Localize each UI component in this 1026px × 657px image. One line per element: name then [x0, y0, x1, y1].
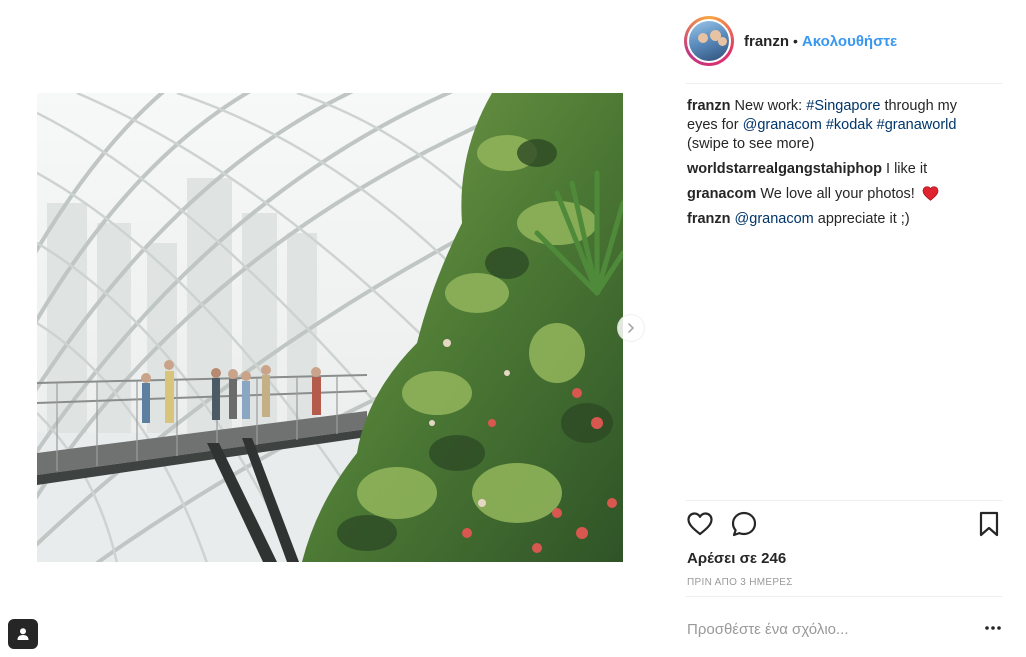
caption-username[interactable]: franzn	[687, 98, 731, 114]
ellipsis-icon[interactable]	[984, 620, 1002, 636]
heart-outline-icon[interactable]	[686, 510, 714, 538]
mention-granacom[interactable]: @granacom	[743, 117, 822, 133]
comment-item: franzn @granacom appreciate it ;)	[687, 210, 987, 229]
header-divider	[686, 83, 1002, 84]
comment-text: I like it	[886, 161, 928, 177]
next-photo-button[interactable]	[617, 314, 645, 342]
comment-divider	[686, 596, 1002, 597]
speech-bubble-icon[interactable]	[730, 510, 758, 538]
follow-button[interactable]: Ακολουθήστε	[802, 33, 897, 50]
post-timestamp[interactable]: ΠΡΙΝ ΑΠΟ 3 ΗΜΕΡΕΣ	[687, 577, 793, 588]
comment-item: granacom We love all your photos!	[687, 185, 987, 204]
hashtag-singapore[interactable]: #Singapore	[806, 98, 880, 114]
post-photo[interactable]	[37, 93, 623, 562]
action-bar	[686, 510, 1002, 540]
comment-username[interactable]: granacom	[687, 186, 756, 202]
actions-divider	[686, 500, 1002, 501]
separator-dot: •	[793, 33, 798, 49]
user-tag-icon	[17, 628, 29, 640]
caption-text: New work:	[730, 98, 807, 114]
caption-text: (swipe to see more)	[687, 136, 815, 152]
comment-text: appreciate it ;)	[817, 211, 910, 227]
avatar[interactable]	[687, 19, 731, 63]
cloud-forest-dome-image	[37, 93, 623, 562]
mention-granacom[interactable]: @granacom	[735, 211, 814, 227]
comments-list: franzn New work: #Singapore through my e…	[687, 97, 987, 235]
chevron-right-icon	[628, 323, 634, 333]
post-header: franzn • Ακολουθήστε	[684, 14, 1002, 68]
bookmark-icon[interactable]	[978, 510, 1000, 538]
comment-item: worldstarrealgangstahiphop I like it	[687, 160, 987, 179]
caption: franzn New work: #Singapore through my e…	[687, 97, 987, 154]
comment-username[interactable]: worldstarrealgangstahiphop	[687, 161, 882, 177]
user-tags-button[interactable]	[8, 619, 38, 649]
add-comment-input[interactable]	[687, 618, 977, 640]
hashtag-kodak[interactable]: #kodak	[826, 117, 873, 133]
comment-username[interactable]: franzn	[687, 211, 731, 227]
likes-count[interactable]: Αρέσει σε 246	[687, 550, 786, 567]
story-ring[interactable]	[684, 16, 734, 66]
header-username[interactable]: franzn	[744, 33, 789, 50]
hashtag-granaworld[interactable]: #granaworld	[877, 117, 957, 133]
comment-text: We love all your photos!	[760, 186, 915, 202]
red-heart-icon	[922, 186, 939, 201]
